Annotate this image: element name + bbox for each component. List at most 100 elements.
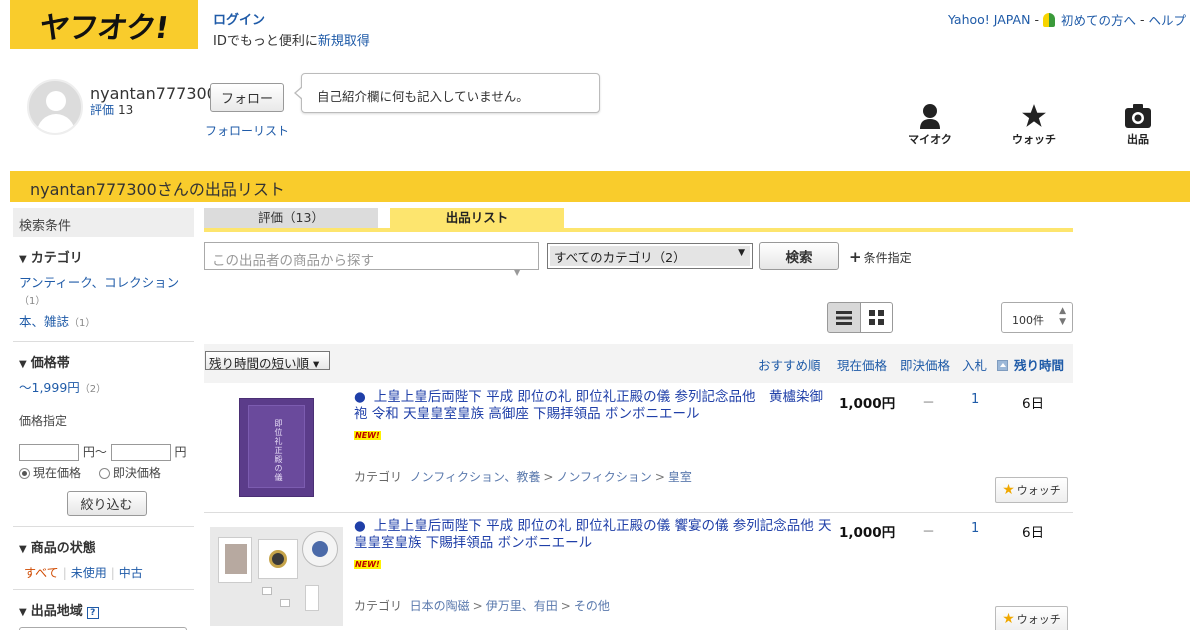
sort-time-left-label: 残り時間 [1014, 358, 1065, 373]
help-link[interactable]: ヘルプ [1148, 10, 1186, 29]
condition-title-label: 商品の状態 [30, 541, 96, 556]
sort-buyout[interactable]: 即決価格 [900, 355, 950, 374]
login-link[interactable]: ログイン [213, 13, 265, 28]
condition-unused-link[interactable]: 未使用 [71, 566, 107, 580]
avatar [27, 79, 83, 135]
category-crumb[interactable]: 日本の陶磁 [410, 599, 470, 613]
price-range-count: （2） [79, 384, 107, 395]
watch-button[interactable]: ★ ウォッチ [995, 606, 1068, 630]
collapse-triangle-icon: ▼ [19, 359, 27, 370]
beginner-mark-icon [1042, 12, 1055, 27]
myauc-nav[interactable]: マイオク [900, 103, 960, 147]
item-thumbnail[interactable]: 即位礼正殿の儀 [239, 398, 314, 497]
item-title[interactable]: ● 上皇上皇后両陛下 平成 即位の礼 即位礼正殿の儀 饗宴の儀 参列記念品他 天皇… [354, 518, 832, 552]
watch-button[interactable]: ★ ウォッチ [995, 477, 1068, 503]
item-title[interactable]: ● 上皇上皇后両陛下 平成 即位の礼 即位礼正殿の儀 参列記念品他 黄櫨染御袍 令… [354, 389, 832, 423]
category-select-value: すべてのカテゴリ（2） [554, 250, 686, 265]
buyout-price-label: 即決価格 [112, 466, 161, 480]
price-filter-title[interactable]: ▼ 価格帯 [19, 352, 194, 371]
item-category: カテゴリ 日本の陶磁 > 伊万里、有田 > その他 [354, 599, 610, 613]
yen-label: 円 [174, 445, 187, 459]
sell-nav[interactable]: 出品 [1108, 103, 1168, 147]
item-category: カテゴリ ノンフィクション、教養 > ノンフィクション > 皇室 [354, 470, 692, 484]
price-range-link[interactable]: 〜1,999円 [19, 380, 80, 395]
grid-view-button[interactable] [860, 302, 893, 333]
login-area: ログイン IDでもっと便利に新規取得 [213, 9, 370, 49]
watch-button-label: ウォッチ [1016, 484, 1061, 497]
per-page-value: 100件 [1012, 314, 1044, 327]
price-filter: ▼ 価格帯 〜1,999円（2） 価格指定 円～ 円 現在価格 即決価格 絞り込む [13, 342, 194, 527]
category-crumb[interactable]: ノンフィクション、教養 [410, 470, 541, 484]
category-filter-title[interactable]: ▼ カテゴリ [19, 247, 194, 266]
sort-bids[interactable]: 入札 [962, 355, 987, 374]
bid-count[interactable]: 1 [971, 521, 979, 536]
current-price-label: 現在価格 [33, 466, 82, 480]
spinner-arrows-icon[interactable]: ▲ ▼ [1059, 306, 1066, 328]
apply-filter-button[interactable]: 絞り込む [66, 491, 147, 516]
myauc-label: マイオク [908, 133, 952, 146]
condition-all-link[interactable]: すべて [24, 566, 59, 580]
sort-select[interactable]: 残り時間の短い順 ▾ [205, 351, 330, 371]
sort-recommended[interactable]: おすすめ順 [758, 355, 821, 374]
per-page-stepper[interactable]: 100件 ▲ ▼ [1001, 302, 1073, 333]
category-select[interactable]: すべてのカテゴリ（2） ▼ [547, 243, 753, 269]
region-title-label: 出品地域 [30, 604, 83, 619]
yahuoku-logo[interactable]: ヤフオク! [10, 0, 198, 49]
tab-rating[interactable]: 評価（13） [204, 208, 378, 228]
rating-count: 13 [118, 103, 134, 117]
search-button[interactable]: 検索 [759, 242, 839, 270]
current-price-radio[interactable]: 現在価格 [19, 466, 81, 480]
price-specify-label: 価格指定 [19, 414, 68, 428]
watch-nav[interactable]: ウォッチ [1004, 103, 1064, 147]
star-icon: ★ [1002, 482, 1015, 498]
seller-search-input[interactable]: この出品者の商品から探す [204, 242, 539, 270]
help-icon[interactable]: ? [86, 607, 99, 619]
thumbnail-text: 即位礼正殿の儀 [274, 419, 283, 482]
condition-used-link[interactable]: 中古 [119, 566, 143, 580]
item-thumbnail[interactable] [210, 527, 343, 626]
category-link-books[interactable]: 本、雑誌 [19, 314, 69, 329]
tab-listings[interactable]: 出品リスト [390, 208, 564, 230]
follow-list-link[interactable]: フォローリスト [205, 122, 289, 139]
dropdown-arrow-icon: ▼ [738, 248, 745, 258]
bio-bubble: 自己紹介欄に何も記入していません。 [294, 73, 600, 113]
rating-link[interactable]: 評価 [90, 103, 114, 117]
price-max-input[interactable] [110, 444, 171, 461]
time-left: 6日 [1022, 525, 1045, 541]
listing-row: ● 上皇上皇后両陛下 平成 即位の礼 即位礼正殿の儀 饗宴の儀 参列記念品他 天皇… [204, 513, 1073, 630]
category-count: （1） [69, 318, 96, 329]
user-icon [920, 104, 940, 129]
condition-filter: ▼ 商品の状態 すべて | 未使用 | 中古 [13, 527, 194, 590]
sort-current-price[interactable]: 現在価格 [837, 355, 887, 374]
yahoo-japan-link[interactable]: Yahoo! JAPAN [948, 12, 1030, 27]
category-label: カテゴリ [354, 599, 403, 613]
collapse-triangle-icon: ▼ [19, 254, 27, 265]
sort-time-left[interactable]: 残り時間 [997, 355, 1064, 374]
logo-text: ヤフオク! [37, 10, 171, 46]
list-view-button[interactable] [827, 302, 861, 333]
register-link[interactable]: 新規取得 [318, 34, 370, 49]
category-crumb[interactable]: その他 [574, 599, 610, 613]
grid-view-icon [869, 310, 884, 325]
condition-filter-title[interactable]: ▼ 商品の状態 [19, 537, 194, 556]
bid-count[interactable]: 1 [971, 392, 979, 407]
price-min-input[interactable] [19, 444, 79, 461]
seller-rating: 評価 13 [90, 101, 133, 118]
category-link-antique[interactable]: アンティーク、コレクション [19, 275, 179, 290]
sort-select-value: 残り時間の短い順 [209, 356, 310, 371]
category-crumb[interactable]: 皇室 [668, 470, 692, 484]
follow-button[interactable]: フォロー [210, 83, 284, 112]
time-left: 6日 [1022, 396, 1045, 412]
link-separator: - [1034, 12, 1039, 27]
chevron-down-icon: ▼ [514, 268, 521, 277]
region-filter-title[interactable]: ▼ 出品地域? [19, 600, 194, 619]
item-title-text: 上皇上皇后両陛下 平成 即位の礼 即位礼正殿の儀 参列記念品他 黄櫨染御袍 令和… [354, 389, 823, 422]
conditions-label: 条件指定 [863, 251, 912, 265]
conditions-link[interactable]: + 条件指定 [849, 248, 912, 266]
category-crumb[interactable]: ノンフィクション [556, 470, 651, 484]
buyout-price: － [922, 525, 936, 540]
buyout-price: － [922, 396, 936, 411]
beginner-link[interactable]: 初めての方へ [1061, 10, 1136, 29]
category-crumb[interactable]: 伊万里、有田 [486, 599, 558, 613]
buyout-price-radio[interactable]: 即決価格 [98, 466, 161, 480]
